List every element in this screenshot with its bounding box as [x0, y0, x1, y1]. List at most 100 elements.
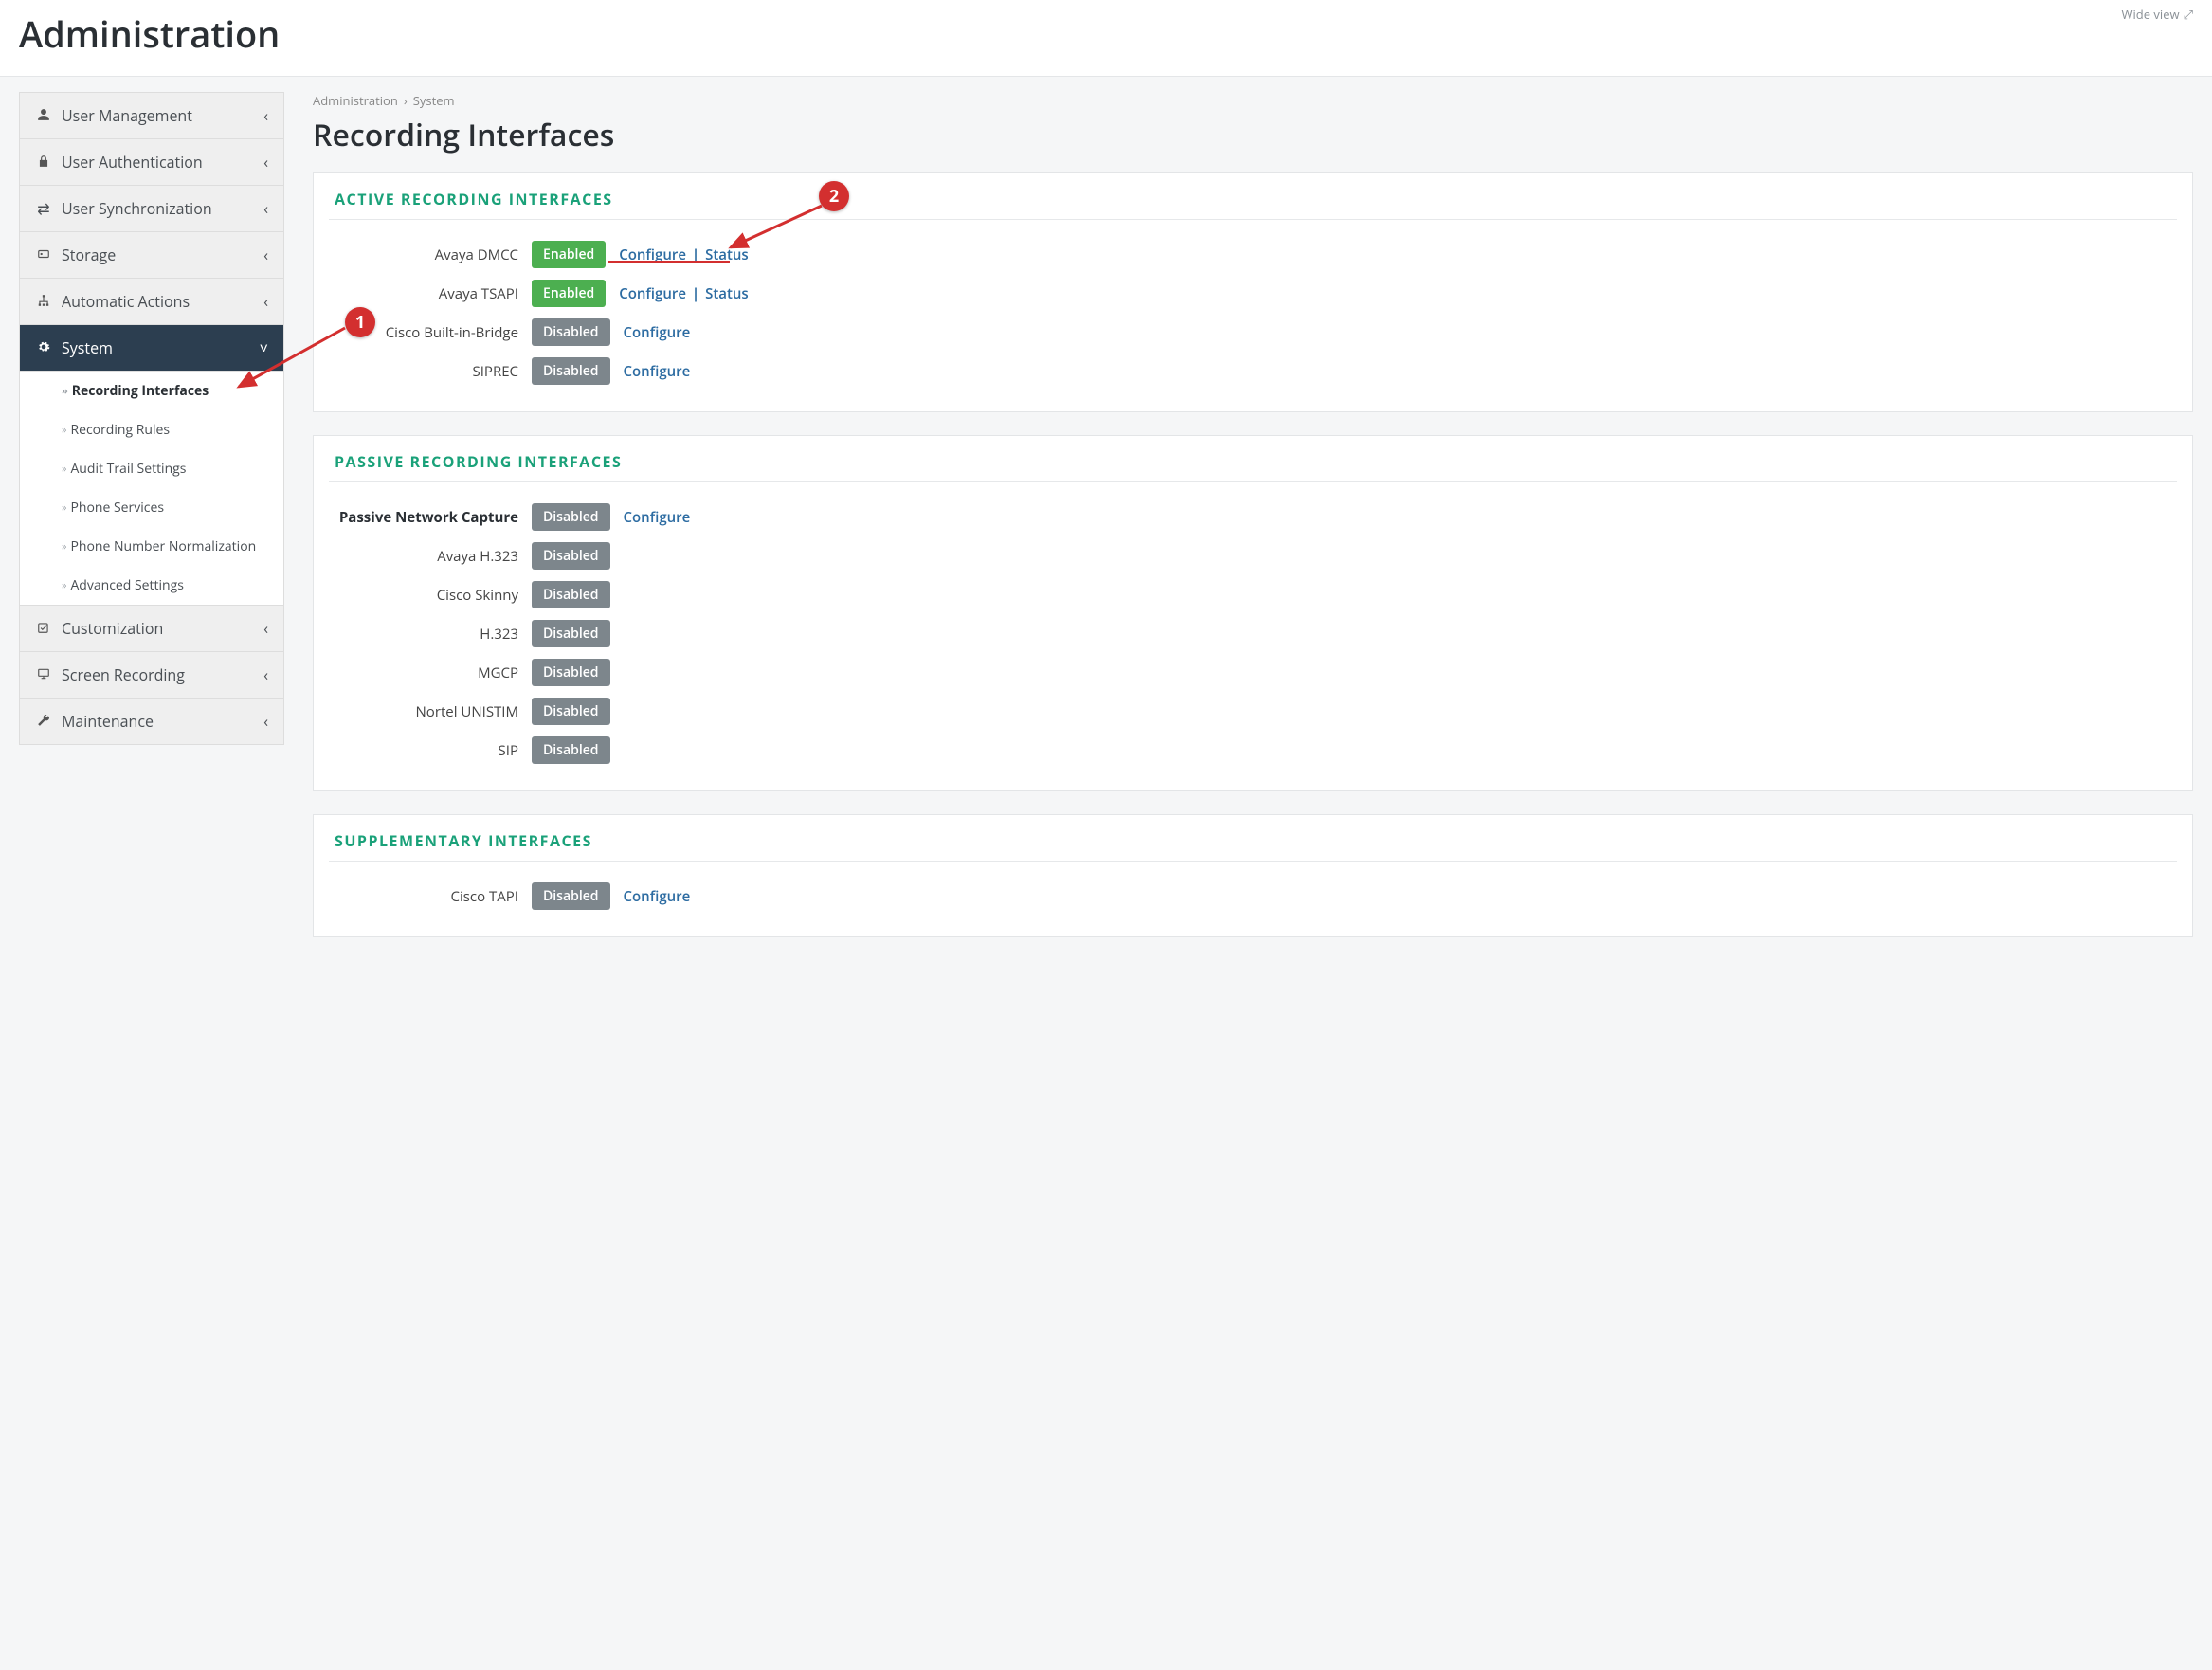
sidebar-item-user-authentication[interactable]: User Authentication ‹	[20, 139, 283, 186]
configure-link[interactable]: Configure	[624, 508, 691, 527]
sidebar-item-label: User Authentication	[62, 152, 203, 172]
separator: |	[692, 245, 699, 264]
subitem-phone-number-normalization[interactable]: » Phone Number Normalization	[20, 527, 283, 566]
sync-icon: ⇄	[35, 198, 52, 219]
sidebar-item-label: Maintenance	[62, 711, 154, 732]
sidebar-item-storage[interactable]: Storage ‹	[20, 232, 283, 279]
lock-icon	[35, 152, 52, 172]
interface-label: Avaya TSAPI	[329, 284, 518, 303]
breadcrumb: Administration › System	[313, 92, 2193, 109]
status-badge-disabled: Disabled	[532, 357, 610, 385]
interface-row-avaya-dmcc: Avaya DMCC Enabled Configure | Status	[329, 235, 2177, 274]
subitem-recording-interfaces[interactable]: » Recording Interfaces	[20, 372, 283, 410]
interface-row-nortel-unistim: Nortel UNISTIM Disabled	[329, 692, 2177, 731]
subitem-label: Phone Number Normalization	[70, 537, 256, 555]
disk-icon	[35, 245, 52, 265]
main-content: Administration › System Recording Interf…	[313, 92, 2193, 960]
sidebar-item-screen-recording[interactable]: Screen Recording ‹	[20, 652, 283, 699]
status-badge-enabled: Enabled	[532, 241, 606, 268]
check-square-icon	[35, 618, 52, 639]
subitem-label: Advanced Settings	[70, 576, 183, 594]
configure-link[interactable]: Configure	[624, 323, 691, 342]
status-link[interactable]: Status	[705, 245, 749, 264]
interface-label: Cisco TAPI	[329, 887, 518, 906]
double-chevron-icon: »	[62, 423, 64, 437]
sidebar-item-system[interactable]: System ˅	[20, 325, 283, 372]
interface-row-cisco-tapi: Cisco TAPI Disabled Configure	[329, 877, 2177, 916]
sidebar-item-label: User Management	[62, 105, 192, 126]
status-badge-disabled: Disabled	[532, 698, 610, 725]
chevron-left-icon: ‹	[263, 105, 268, 126]
subitem-advanced-settings[interactable]: » Advanced Settings	[20, 566, 283, 605]
monitor-icon	[35, 664, 52, 685]
chevron-left-icon: ‹	[263, 152, 268, 172]
chevron-right-icon: ›	[404, 92, 408, 109]
configure-link[interactable]: Configure	[619, 245, 686, 264]
panel-supplementary-interfaces: SUPPLEMENTARY INTERFACES Cisco TAPI Disa…	[313, 814, 2193, 937]
sidebar-item-label: Customization	[62, 618, 163, 639]
divider	[329, 219, 2177, 220]
separator: |	[692, 284, 699, 303]
panel-passive-interfaces: PASSIVE RECORDING INTERFACES Passive Net…	[313, 435, 2193, 791]
status-badge-disabled: Disabled	[532, 542, 610, 570]
interface-row-mgcp: MGCP Disabled	[329, 653, 2177, 692]
page-title: Recording Interfaces	[313, 115, 2193, 155]
interface-row-passive-network-capture: Passive Network Capture Disabled Configu…	[329, 498, 2177, 536]
sidebar-item-automatic-actions[interactable]: Automatic Actions ‹	[20, 279, 283, 325]
sidebar-item-label: Automatic Actions	[62, 291, 190, 312]
status-link[interactable]: Status	[705, 284, 749, 303]
subitem-recording-rules[interactable]: » Recording Rules	[20, 410, 283, 449]
panel-title: ACTIVE RECORDING INTERFACES	[335, 189, 2177, 209]
interface-label: SIP	[329, 741, 518, 760]
interface-label: Cisco Built-in-Bridge	[329, 323, 518, 342]
expand-icon: ⤢	[2184, 6, 2193, 23]
wide-view-toggle[interactable]: Wide view ⤢	[2122, 6, 2193, 23]
interface-label: Passive Network Capture	[329, 508, 518, 527]
interface-row-h323: H.323 Disabled	[329, 614, 2177, 653]
subitem-phone-services[interactable]: » Phone Services	[20, 488, 283, 527]
configure-link[interactable]: Configure	[624, 887, 691, 906]
panel-title: SUPPLEMENTARY INTERFACES	[335, 830, 2177, 851]
sidebar: User Management ‹ User Authentication ‹ …	[19, 92, 284, 745]
breadcrumb-leaf[interactable]: System	[413, 92, 455, 109]
double-chevron-icon: »	[62, 578, 64, 592]
subitem-label: Phone Services	[70, 499, 164, 517]
sidebar-item-label: User Synchronization	[62, 198, 212, 219]
page-body: User Management ‹ User Authentication ‹ …	[0, 77, 2212, 998]
user-icon	[35, 105, 52, 126]
interface-label: Avaya DMCC	[329, 245, 518, 264]
page-heading: Administration	[19, 9, 280, 59]
status-badge-disabled: Disabled	[532, 318, 610, 346]
subitem-label: Audit Trail Settings	[70, 460, 186, 478]
breadcrumb-root[interactable]: Administration	[313, 92, 398, 109]
wide-view-label: Wide view	[2122, 6, 2180, 23]
sidebar-item-label: Screen Recording	[62, 664, 185, 685]
sidebar-item-user-synchronization[interactable]: ⇄ User Synchronization ‹	[20, 186, 283, 232]
divider	[329, 481, 2177, 482]
interface-row-avaya-tsapi: Avaya TSAPI Enabled Configure | Status	[329, 274, 2177, 313]
interface-label: Avaya H.323	[329, 547, 518, 566]
sitemap-icon	[35, 291, 52, 312]
status-badge-disabled: Disabled	[532, 620, 610, 647]
topbar: Administration Wide view ⤢	[0, 0, 2212, 77]
chevron-left-icon: ‹	[263, 618, 268, 639]
status-badge-disabled: Disabled	[532, 736, 610, 764]
sidebar-item-label: Storage	[62, 245, 116, 265]
interface-label: Cisco Skinny	[329, 586, 518, 605]
subitem-label: Recording Interfaces	[72, 382, 209, 400]
sidebar-item-maintenance[interactable]: Maintenance ‹	[20, 699, 283, 744]
subitem-audit-trail-settings[interactable]: » Audit Trail Settings	[20, 449, 283, 488]
chevron-left-icon: ‹	[263, 711, 268, 732]
interface-row-cisco-bib: Cisco Built-in-Bridge Disabled Configure	[329, 313, 2177, 352]
wrench-icon	[35, 711, 52, 732]
status-badge-disabled: Disabled	[532, 581, 610, 608]
configure-link[interactable]: Configure	[619, 284, 686, 303]
double-chevron-icon: »	[62, 539, 64, 554]
interface-label: Nortel UNISTIM	[329, 702, 518, 721]
panel-active-interfaces: ACTIVE RECORDING INTERFACES Avaya DMCC E…	[313, 172, 2193, 412]
chevron-left-icon: ‹	[263, 198, 268, 219]
configure-link[interactable]: Configure	[624, 362, 691, 381]
sidebar-item-customization[interactable]: Customization ‹	[20, 606, 283, 652]
sidebar-item-user-management[interactable]: User Management ‹	[20, 93, 283, 139]
status-badge-disabled: Disabled	[532, 882, 610, 910]
